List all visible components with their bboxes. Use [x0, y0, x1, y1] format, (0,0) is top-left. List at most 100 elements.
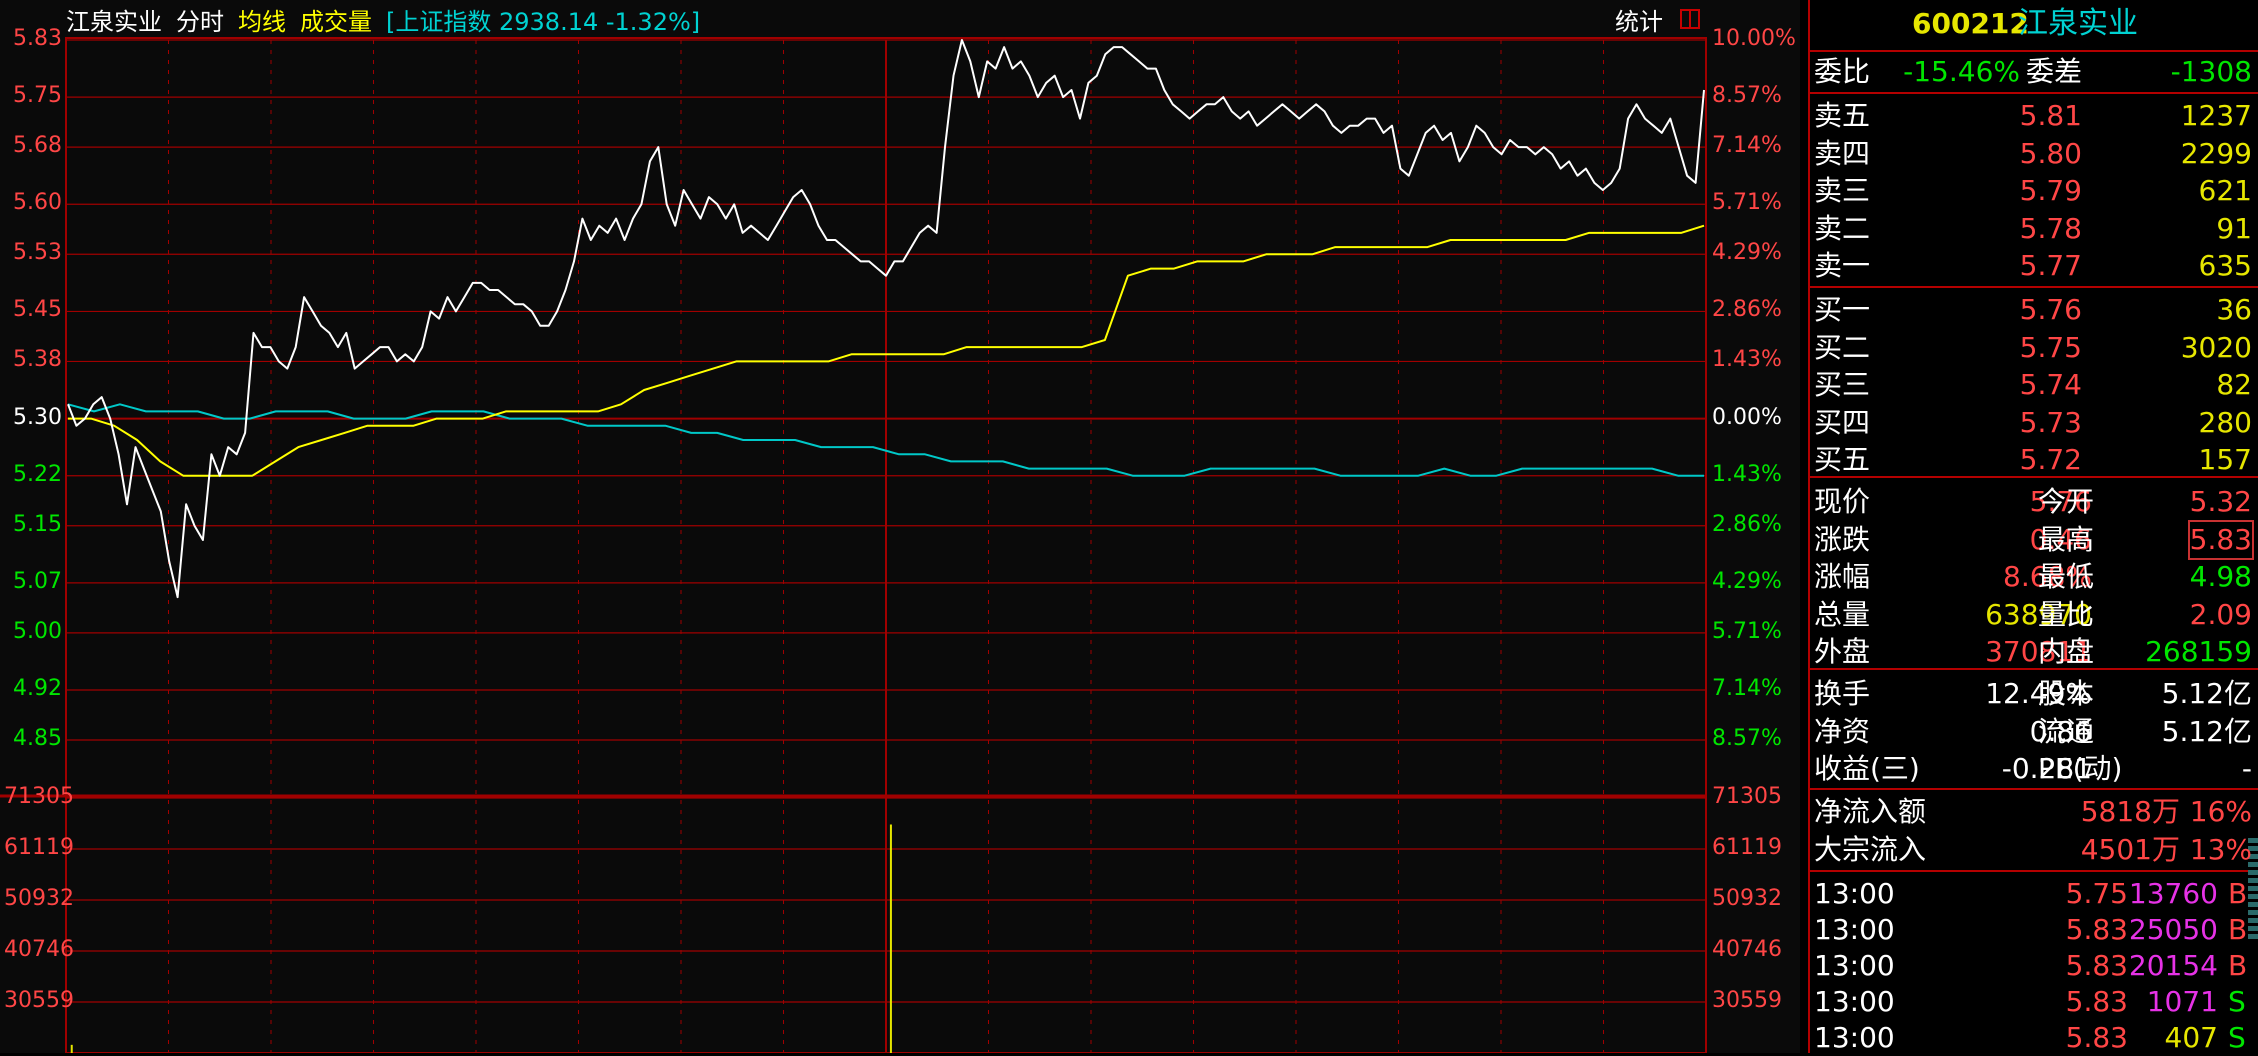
intraday-chart[interactable]: 江泉实业 分时 均线 成交量 [上证指数 2938.14 -1.32%] 统计 …: [0, 0, 1800, 1053]
tick-row[interactable]: 13:00 5.83 1071 S: [1808, 984, 2258, 1020]
sell-level-label: 卖一: [1814, 249, 1871, 283]
stats-label: 收益(三): [1814, 752, 1920, 786]
weicha-label: 委差: [2026, 55, 2083, 88]
flow-pct: 16%: [2189, 795, 2252, 828]
quote-row: 总量 638970 量比 2.09: [1808, 597, 2258, 633]
stock-name: 江泉实业: [66, 7, 162, 36]
divider: [1808, 870, 2258, 872]
pct-tick-label: 5.71%: [1712, 190, 1782, 216]
quote-label: 涨幅: [1814, 560, 1871, 594]
buy-level-label: 买三: [1814, 368, 1871, 402]
price-tick-label: 5.15: [13, 511, 62, 537]
sell-level-label: 卖二: [1814, 211, 1871, 245]
flow-row: 净流入额 5818万 16%: [1808, 794, 2258, 830]
quote-value: 4.98: [2189, 560, 2252, 594]
quote-row: 外盘 370811 内盘 268159: [1808, 634, 2258, 670]
buy-price: 5.73: [2019, 405, 2082, 439]
weibi-value: -15.46%: [1903, 55, 2020, 88]
trading-window: 江泉实业 分时 均线 成交量 [上证指数 2938.14 -1.32%] 统计 …: [0, 0, 2258, 1056]
stats-row: 换手 12.49% 股本 5.12亿: [1808, 676, 2258, 712]
quote-label: 最高: [2038, 522, 2095, 556]
volume-tick-label: 40746: [4, 936, 74, 962]
quote-panel: 600212 江泉实业 委比 -15.46% 委差 -1308 卖五 5.81 12…: [1808, 0, 2258, 1056]
sell-volume: 2299: [2180, 136, 2252, 170]
pct-tick-label: 2.86%: [1712, 511, 1782, 537]
sell-price: 5.79: [2019, 174, 2082, 208]
quote-label: 量比: [2038, 597, 2095, 631]
price-tick-label: 5.00: [13, 618, 62, 644]
volume-tick-label: 71305: [4, 784, 74, 809]
pct-tick-label: 8.57%: [1712, 726, 1782, 751]
weicha-value: -1308: [2170, 55, 2252, 88]
buy-level-row: 买五 5.72 157: [1808, 442, 2258, 478]
quote-label: 涨跌: [1814, 522, 1871, 556]
price-tick-label: 5.38: [13, 347, 62, 373]
buy-level-row: 买一 5.76 36: [1808, 292, 2258, 328]
tick-volume: 20154: [2128, 949, 2218, 982]
pct-tick-label: 4.29%: [1712, 240, 1782, 266]
volume-tick-label: 40746: [1712, 936, 1782, 962]
buy-volume: 157: [2198, 443, 2252, 477]
buy-volume: 82: [2216, 368, 2252, 402]
tick-side: S: [2228, 985, 2246, 1018]
mode-tab-timeshare[interactable]: 分时: [176, 2, 224, 37]
sell-price: 5.81: [2019, 99, 2082, 132]
pct-tick-label: 2.86%: [1712, 297, 1782, 323]
price-tick-label: 5.30: [13, 404, 62, 430]
tick-side: B: [2228, 877, 2248, 910]
sell-volume: 621: [2198, 174, 2252, 208]
buy-level-row: 买二 5.75 3020: [1808, 330, 2258, 366]
pct-tick-label: 5.71%: [1712, 618, 1782, 644]
pct-tick-label: 0.00%: [1712, 404, 1782, 430]
weibi-label: 委比: [1814, 55, 1871, 88]
avg-line-legend[interactable]: 均线: [238, 2, 286, 37]
buy-price: 5.72: [2019, 443, 2082, 477]
sell-level-label: 卖五: [1814, 99, 1871, 132]
stats-row: 净资 0.86 流通 5.12亿: [1808, 714, 2258, 750]
stats-button[interactable]: 统计: [1615, 2, 1663, 36]
stock-code: 600212: [1912, 7, 2029, 40]
buy-level-row: 买四 5.73 280: [1808, 405, 2258, 441]
pct-tick-label: 1.43%: [1712, 461, 1782, 487]
tick-time: 13:00: [1814, 949, 1895, 982]
quote-value: 5.32: [2189, 485, 2252, 518]
stats-label: 净资: [1814, 714, 1871, 748]
stats-value: 5.12亿: [2161, 714, 2252, 748]
volume-tick-label: 61119: [1712, 834, 1782, 860]
weibi-row: 委比 -15.46% 委差 -1308: [1808, 54, 2258, 90]
quote-label: 今开: [2038, 485, 2095, 518]
sell-level-row: 卖二 5.78 91: [1808, 211, 2258, 247]
index-overlay-legend[interactable]: [上证指数 2938.14 -1.32%]: [386, 2, 700, 37]
sell-level-label: 卖四: [1814, 136, 1871, 170]
panel-stock-name: 江泉实业: [2018, 6, 2138, 41]
tick-volume: 407: [2164, 1021, 2218, 1054]
sell-level-label: 卖三: [1814, 174, 1871, 208]
tick-row[interactable]: 13:00 5.83 25050 B: [1808, 912, 2258, 948]
tick-row[interactable]: 13:00 5.83 407 S: [1808, 1020, 2258, 1056]
sell-volume: 1237: [2180, 99, 2252, 132]
price-tick-label: 5.53: [13, 240, 62, 266]
pct-tick-label: 10.00%: [1712, 26, 1796, 51]
stats-value: 5.12亿: [2161, 677, 2252, 710]
tick-time: 13:00: [1814, 985, 1895, 1018]
tick-time: 13:00: [1814, 913, 1895, 946]
price-tick-label: 5.75: [13, 83, 62, 109]
volume-tick-label: 71305: [1712, 784, 1782, 809]
tick-side: S: [2228, 1021, 2246, 1054]
price-tick-label: 4.92: [13, 676, 62, 701]
stats-label: 流通: [2038, 714, 2095, 748]
volume-tick-label: 50932: [1712, 886, 1782, 911]
volume-legend[interactable]: 成交量: [300, 2, 372, 37]
volume-tick-label: 30559: [4, 988, 74, 1013]
stats-value: -: [2241, 752, 2252, 786]
panel-toggle-icon[interactable]: [1680, 9, 1700, 29]
chart-canvas[interactable]: [0, 0, 1800, 1053]
price-tick-label: 5.22: [13, 461, 62, 487]
buy-level-label: 买四: [1814, 405, 1871, 439]
tick-volume: 25050: [2128, 913, 2218, 946]
sell-level-row: 卖一 5.77 635: [1808, 248, 2258, 284]
tick-row[interactable]: 13:00 5.83 20154 B: [1808, 948, 2258, 984]
price-tick-label: 5.83: [13, 26, 62, 51]
pct-tick-label: 8.57%: [1712, 83, 1782, 109]
tick-row[interactable]: 13:00 5.75 13760 B: [1808, 876, 2258, 912]
